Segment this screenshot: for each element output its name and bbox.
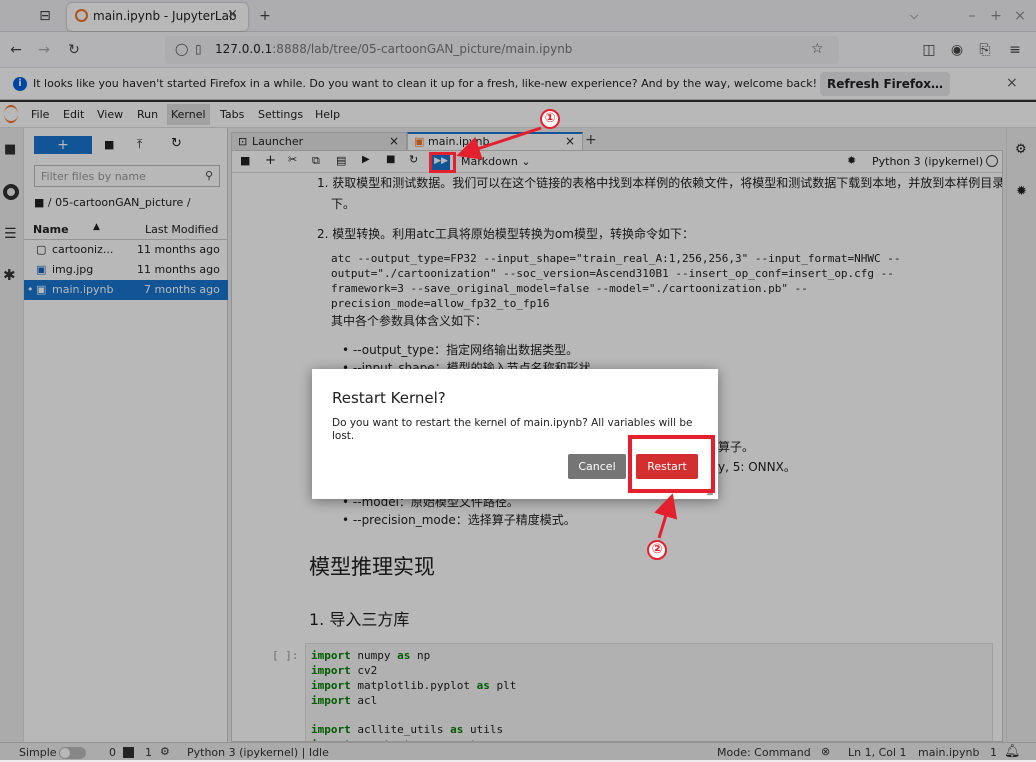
annotation-arrows [456, 126, 678, 539]
annotation-arrow [456, 126, 542, 160]
annotation-arrow [654, 493, 678, 539]
